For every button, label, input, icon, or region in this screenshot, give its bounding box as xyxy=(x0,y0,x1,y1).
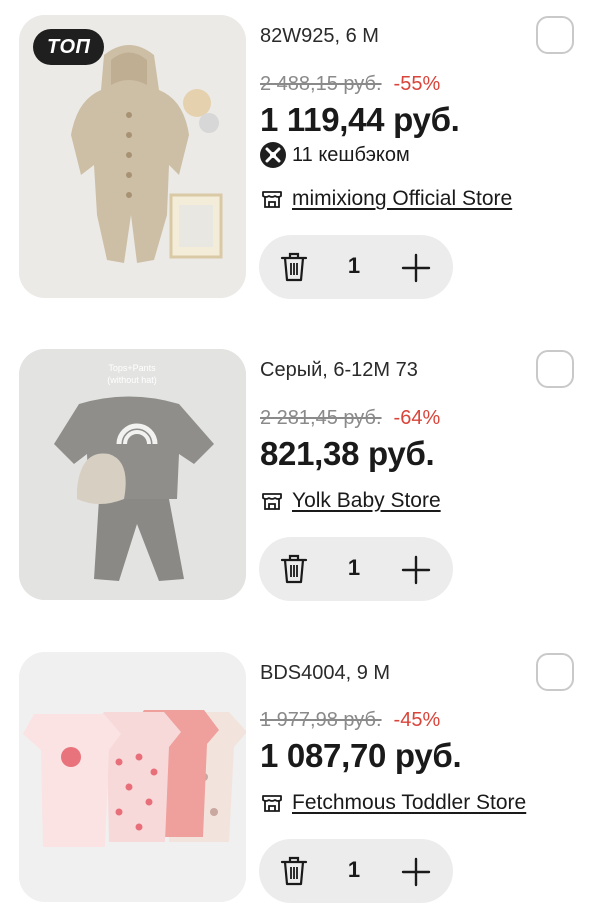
store-link[interactable]: Yolk Baby Store xyxy=(260,489,441,513)
variant-label: 82W925, 6 М xyxy=(260,25,379,47)
discount-badge: -45% xyxy=(393,709,441,731)
old-price: 1 977,98 руб. xyxy=(260,709,382,731)
cashback-icon xyxy=(260,142,286,168)
quantity-stepper: 1 xyxy=(259,537,453,601)
current-price: 1 087,70 руб. xyxy=(260,737,462,774)
trash-icon[interactable] xyxy=(279,553,309,585)
store-icon xyxy=(262,191,282,208)
quantity-value: 1 xyxy=(347,555,361,580)
old-price: 2 488,15 руб. xyxy=(260,73,382,95)
price-row: 2 488,15 руб. -55% xyxy=(260,73,440,96)
variant-label: BDS4004, 9 М xyxy=(260,662,391,684)
product-image[interactable]: Tops+Pants (without hat) xyxy=(19,349,246,600)
store-name[interactable]: Fetchmous Toddler Store xyxy=(292,791,526,815)
select-checkbox[interactable] xyxy=(536,16,574,54)
price-row: 2 281,45 руб. -64% xyxy=(260,407,440,430)
old-price: 2 281,45 руб. xyxy=(260,407,382,429)
store-link[interactable]: Fetchmous Toddler Store xyxy=(260,791,526,815)
store-name[interactable]: mimixiong Official Store xyxy=(292,187,512,211)
image-caption-line-2: (without hat) xyxy=(107,375,157,385)
plus-icon[interactable] xyxy=(401,857,431,887)
select-checkbox[interactable] xyxy=(536,350,574,388)
trash-icon[interactable] xyxy=(279,251,309,283)
plus-icon[interactable] xyxy=(401,253,431,283)
grey-set-photo: Tops+Pants (without hat) xyxy=(19,349,246,600)
quantity-value: 1 xyxy=(347,253,361,278)
plus-icon[interactable] xyxy=(401,555,431,585)
current-price: 821,38 руб. xyxy=(260,435,435,472)
quantity-value: 1 xyxy=(347,857,361,882)
bodysuits-photo xyxy=(19,652,246,902)
trash-icon[interactable] xyxy=(279,855,309,887)
product-image[interactable] xyxy=(19,652,246,902)
store-icon xyxy=(262,795,282,812)
image-caption-line-1: Tops+Pants xyxy=(108,363,156,373)
cashback-label: 11 кешбэком xyxy=(292,143,410,166)
variant-label: Серый, 6-12М 73 xyxy=(260,359,418,381)
cashback-row: 11 кешбэком xyxy=(260,142,410,168)
discount-badge: -64% xyxy=(393,407,441,429)
store-link[interactable]: mimixiong Official Store xyxy=(260,187,512,211)
select-checkbox[interactable] xyxy=(536,653,574,691)
quantity-stepper: 1 xyxy=(259,235,453,299)
product-image[interactable]: ТОП xyxy=(19,15,246,298)
store-icon xyxy=(262,493,282,510)
price-row: 1 977,98 руб. -45% xyxy=(260,709,440,732)
discount-badge: -55% xyxy=(393,73,441,95)
top-badge: ТОП xyxy=(33,29,105,65)
quantity-stepper: 1 xyxy=(259,839,453,903)
current-price: 1 119,44 руб. xyxy=(260,101,460,138)
store-name[interactable]: Yolk Baby Store xyxy=(292,489,441,513)
